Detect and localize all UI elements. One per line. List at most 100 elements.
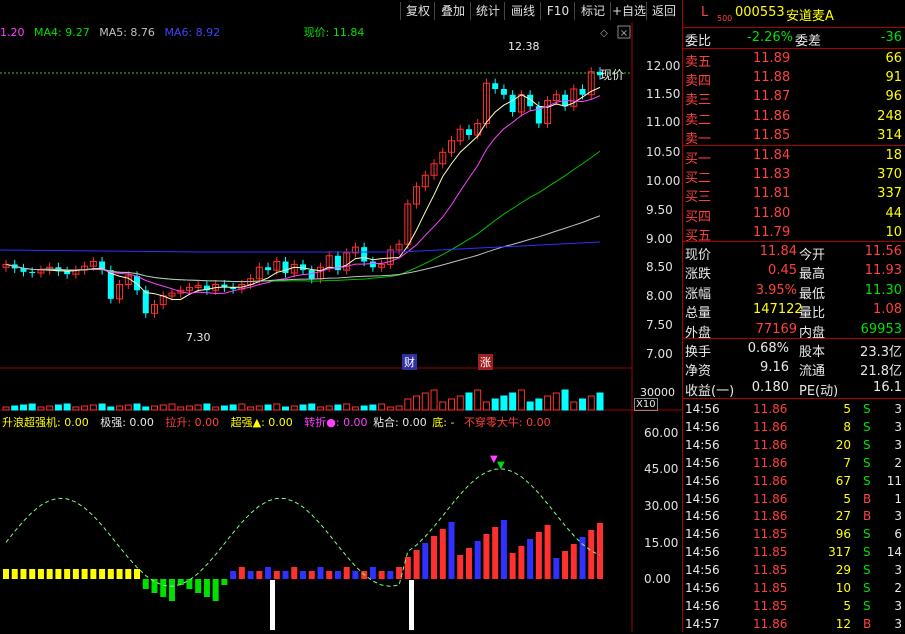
volume-bar <box>81 405 89 411</box>
svg-text:◇: ◇ <box>600 28 608 39</box>
indicator-legend: 升浪超强机: 0.00 极强: 0.00 拉升: 0.00 超强▲: 0.00 … <box>2 414 551 430</box>
indicator-bar <box>291 567 298 579</box>
kline-chart[interactable]: ▼▼ × ◇ <box>0 0 682 632</box>
tick-count: 2 <box>894 581 902 595</box>
high-annotation: 12.38 <box>508 40 540 53</box>
asks-row: 卖三 11.87 96 <box>683 88 905 109</box>
volume-bar <box>413 395 421 411</box>
volume-bar <box>465 392 473 411</box>
indicator-bar <box>247 571 254 579</box>
indicator-bar <box>483 534 490 579</box>
volume-bar <box>11 405 19 411</box>
volume-bar <box>360 405 368 411</box>
tick-time: 14:56 <box>685 527 720 542</box>
tick-time: 14:56 <box>685 455 720 470</box>
candle-body <box>361 247 368 262</box>
stock-name: 安道麦A <box>786 9 834 24</box>
tick-price: 11.86 <box>753 473 788 488</box>
indicator-bar <box>186 579 193 589</box>
volume-bar <box>98 403 106 411</box>
stats2-label: PE(动) <box>799 383 839 399</box>
stats-label: 总量 <box>685 306 712 322</box>
candle-body <box>500 89 507 95</box>
candle-body <box>465 129 472 135</box>
indicator-bar <box>265 567 272 579</box>
indicator-bar <box>81 569 88 579</box>
bids-price: 11.84 <box>753 148 791 163</box>
asks-label: 卖三 <box>685 93 712 109</box>
bids-volume: 10 <box>885 224 902 240</box>
volume-bar <box>2 406 10 411</box>
tick-volume: 10 <box>835 581 851 595</box>
stats2-value: 23.3亿 <box>860 345 902 360</box>
volume-bar <box>185 405 193 411</box>
volume-bar <box>343 403 351 411</box>
tick-side: B <box>863 509 872 524</box>
tick-row: 14:56 11.86 20 S 3 <box>683 437 905 455</box>
tick-count: 3 <box>894 419 902 434</box>
ind-item2: 极强: 0.00 <box>100 416 154 429</box>
indicator-axis: 60.00 45.00 30.00 15.00 0.00 <box>644 0 682 632</box>
bids-price: 11.83 <box>753 167 791 183</box>
volume-bar <box>544 395 552 411</box>
volume-bar <box>500 395 508 411</box>
volume-bar <box>203 403 211 411</box>
indicator-axis-tick: 45.00 <box>644 462 679 476</box>
volume-bar <box>212 406 220 411</box>
volume-bar <box>351 406 359 411</box>
ma-line <box>0 241 601 253</box>
tick-volume: 96 <box>835 527 851 542</box>
tick-count: 3 <box>894 598 902 613</box>
tick-price: 11.85 <box>753 563 788 578</box>
volume-bar <box>509 392 517 411</box>
stats-value: 0.45 <box>768 263 797 279</box>
volume-bar <box>395 405 403 411</box>
indicator-bar <box>369 567 376 579</box>
tick-price: 11.86 <box>753 491 788 506</box>
indicator-bar <box>256 571 263 579</box>
tick-volume: 29 <box>835 563 851 578</box>
tick-time: 14:56 <box>685 563 720 578</box>
tick-count: 3 <box>894 402 902 416</box>
tick-side: S <box>863 473 871 488</box>
stats2-row: 换手 0.68% 股本 23.3亿 <box>683 340 905 360</box>
badge-zhang[interactable]: 涨 <box>478 354 493 370</box>
indicator-bar <box>107 569 114 579</box>
asks-volume: 66 <box>885 51 902 66</box>
tick-row: 14:56 11.86 5 B 1 <box>683 491 905 509</box>
tick-side: S <box>863 545 871 560</box>
ma-legend: 1.20 MA4: 9.27 MA5: 8.76 MA6: 8.92 现价: 1… <box>0 24 364 40</box>
indicator-bar <box>168 579 175 601</box>
ind-item1: 升浪超强机: 0.00 <box>2 416 89 429</box>
badge-cai[interactable]: 财 <box>402 354 417 370</box>
volume-bar <box>456 395 464 411</box>
stats-row: 外盘 77169 内盘 69953 <box>683 321 905 341</box>
indicator-bar <box>518 546 525 579</box>
svg-text:×: × <box>620 28 628 39</box>
indicator-axis-tick: 15.00 <box>644 536 679 550</box>
candle-body <box>282 261 289 273</box>
signal-marker: ▼ <box>497 460 505 471</box>
volume-bar <box>570 401 578 411</box>
candle-body <box>369 261 376 268</box>
asks-row: 卖四 11.88 91 <box>683 69 905 89</box>
indicator-bar <box>20 569 27 579</box>
volume-bar <box>430 389 438 411</box>
bids-row: 买一 11.84 18 <box>683 147 905 167</box>
volume-bar <box>421 392 429 411</box>
stats2-value: 9.16 <box>760 360 789 376</box>
indicator-bar <box>500 520 507 579</box>
signal-bar <box>270 580 275 630</box>
volume-bar <box>194 404 202 411</box>
asks-volume: 96 <box>885 89 902 105</box>
ma-prefix: 1.20 <box>0 26 25 39</box>
bids-label: 买一 <box>685 152 712 167</box>
tick-row: 14:56 11.86 5 S 3 <box>683 401 905 419</box>
bids-price: 11.80 <box>753 205 791 221</box>
bids-volume: 18 <box>885 148 902 163</box>
stats-row: 总量 147122 量比 1.08 <box>683 301 905 322</box>
stats-label: 量比 <box>799 306 826 322</box>
tick-time: 14:57 <box>685 616 720 631</box>
tick-side: S <box>863 581 871 595</box>
stock-header: L 500 000553 安道麦A <box>683 4 905 26</box>
